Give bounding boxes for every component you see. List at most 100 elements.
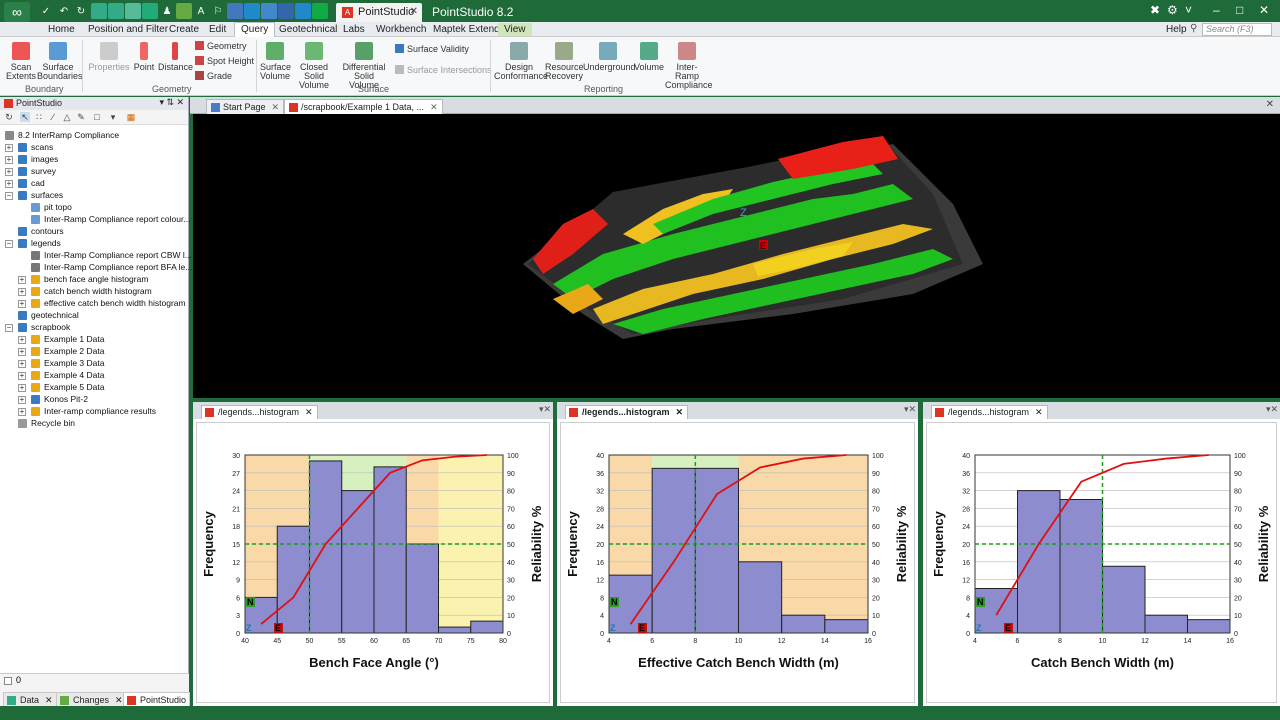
expand-toggle-icon[interactable]: + bbox=[5, 168, 13, 176]
close-icon[interactable]: ✕ bbox=[115, 695, 123, 705]
window-icon[interactable] bbox=[295, 3, 311, 19]
expand-toggle-icon[interactable]: + bbox=[18, 360, 26, 368]
close-button[interactable]: ✕ bbox=[1259, 3, 1269, 17]
panel-menu-icon[interactable]: ▾✕ bbox=[904, 404, 916, 415]
expand-toggle-icon[interactable]: + bbox=[18, 300, 26, 308]
tab-scrapbook[interactable]: /scrapbook/Example 1 Data, ... ✕ bbox=[284, 99, 443, 114]
geometry-button[interactable]: Geometry bbox=[195, 41, 247, 51]
expand-toggle-icon[interactable]: + bbox=[18, 408, 26, 416]
line-icon[interactable]: ∕ bbox=[48, 112, 58, 122]
refresh-icon[interactable]: ↻ bbox=[4, 112, 14, 122]
maximize-button[interactable]: □ bbox=[1236, 3, 1243, 17]
panel-tab[interactable]: /legends...histogram ✕ bbox=[201, 405, 318, 419]
volume-button[interactable]: Volume bbox=[633, 42, 665, 72]
link-icon[interactable] bbox=[227, 3, 243, 19]
surface-volume-button[interactable]: Surface Volume bbox=[260, 42, 291, 81]
expand-toggle-icon[interactable]: − bbox=[5, 240, 13, 248]
close-icon[interactable]: ✕ bbox=[305, 407, 313, 417]
panel-menu-icon[interactable]: ▾✕ bbox=[539, 404, 551, 415]
edit-icon[interactable]: ✎ bbox=[76, 112, 86, 122]
cursor-icon[interactable]: ↖ bbox=[20, 112, 30, 122]
expand-toggle-icon[interactable]: + bbox=[18, 348, 26, 356]
expand-toggle-icon[interactable]: + bbox=[18, 396, 26, 404]
tab-pointstudio[interactable]: PointStudio bbox=[123, 692, 191, 707]
scan-extents-button[interactable]: Scan Extents bbox=[5, 42, 37, 81]
help-link[interactable]: Help bbox=[1160, 23, 1193, 36]
tools-cross-icon[interactable]: ✖ bbox=[1150, 3, 1160, 17]
selection-box-icon[interactable]: □ bbox=[92, 112, 102, 122]
expand-toggle-icon[interactable]: + bbox=[18, 384, 26, 392]
resource-recovery-button[interactable]: Resource Recovery bbox=[545, 42, 584, 81]
close-icon[interactable]: ✕ bbox=[272, 102, 280, 112]
panel-tab[interactable]: /legends...histogram ✕ bbox=[931, 405, 1048, 419]
menu-create[interactable]: Create bbox=[163, 23, 205, 36]
minimize-button[interactable]: – bbox=[1213, 3, 1220, 17]
menu-query[interactable]: Query bbox=[234, 22, 276, 38]
globe-icon[interactable] bbox=[244, 3, 260, 19]
grid-icon[interactable] bbox=[125, 3, 141, 19]
close-icon[interactable]: ✕ bbox=[176, 97, 184, 108]
menu-home[interactable]: Home bbox=[42, 23, 81, 36]
menu-position-filter[interactable]: Position and Filter bbox=[82, 23, 174, 36]
dropdown-icon[interactable]: ▾ bbox=[159, 97, 164, 108]
expand-toggle-icon[interactable]: + bbox=[18, 336, 26, 344]
closed-solid-volume-button[interactable]: Closed Solid Volume bbox=[291, 42, 337, 90]
pin-icon[interactable]: ⇅ bbox=[166, 97, 174, 108]
differential-solid-volume-button[interactable]: Differential Solid Volume bbox=[339, 42, 389, 90]
inter-ramp-compliance-button[interactable]: Inter-Ramp Compliance bbox=[665, 42, 713, 90]
camera-icon[interactable] bbox=[278, 3, 294, 19]
tab-changes[interactable]: Changes ✕ bbox=[56, 692, 127, 707]
person-icon[interactable]: ♟ bbox=[159, 3, 175, 19]
surface-boundaries-button[interactable]: Surface Boundaries bbox=[37, 42, 83, 81]
grade-button[interactable]: Grade bbox=[195, 71, 232, 81]
spot-height-button[interactable]: Spot Height bbox=[195, 56, 254, 66]
design-conformance-button[interactable]: Design Conformance bbox=[494, 42, 548, 81]
gear-icon[interactable]: ⚙ bbox=[1167, 3, 1178, 17]
expand-toggle-icon[interactable]: − bbox=[5, 192, 13, 200]
surface-intersections-button[interactable]: Surface Intersections bbox=[395, 65, 492, 75]
export-icon[interactable] bbox=[312, 3, 328, 19]
sheet-icon[interactable] bbox=[91, 3, 107, 19]
expand-toggle-icon[interactable]: + bbox=[5, 180, 13, 188]
table-icon[interactable] bbox=[108, 3, 124, 19]
surface-validity-button[interactable]: Surface Validity bbox=[395, 44, 469, 54]
filter-icon[interactable]: ▦ bbox=[126, 112, 136, 122]
tab-start-page[interactable]: Start Page ✕ bbox=[206, 99, 285, 114]
menu-edit[interactable]: Edit bbox=[203, 23, 232, 36]
expand-toggle-icon[interactable]: + bbox=[18, 276, 26, 284]
point-button[interactable]: Point bbox=[131, 42, 157, 72]
expand-toggle-icon[interactable]: + bbox=[18, 372, 26, 380]
text-icon[interactable]: A bbox=[193, 3, 209, 19]
save-icon[interactable] bbox=[142, 3, 158, 19]
panel-menu-icon[interactable]: ▾✕ bbox=[1266, 404, 1278, 415]
properties-button[interactable]: Properties bbox=[88, 42, 130, 72]
menu-maptek-extend[interactable]: Maptek Extend bbox=[427, 23, 506, 36]
panel-tab[interactable]: /legends...histogram ✕ bbox=[565, 405, 689, 419]
undo-icon[interactable]: ↶ bbox=[56, 3, 72, 19]
menu-labs[interactable]: Labs bbox=[337, 23, 371, 36]
checkbox[interactable] bbox=[4, 677, 12, 685]
expand-toggle-icon[interactable]: − bbox=[5, 324, 13, 332]
points-icon[interactable]: ∷ bbox=[34, 112, 44, 122]
layers-icon[interactable] bbox=[261, 3, 277, 19]
menu-view[interactable]: View bbox=[498, 23, 532, 36]
close-icon[interactable]: ✕ bbox=[45, 695, 53, 705]
expand-toggle-icon[interactable]: + bbox=[5, 144, 13, 152]
close-icon[interactable]: ✕ bbox=[430, 102, 438, 112]
minimize-ribbon-icon[interactable]: ˅ bbox=[1185, 3, 1192, 17]
menu-workbench[interactable]: Workbench bbox=[370, 23, 432, 36]
close-icon[interactable]: ✕ bbox=[1266, 99, 1274, 110]
close-icon[interactable]: ✕ bbox=[1035, 407, 1043, 417]
chevron-down-icon[interactable]: ▾ bbox=[108, 112, 118, 122]
polygon-icon[interactable]: △ bbox=[62, 112, 72, 122]
tree-icon[interactable] bbox=[176, 3, 192, 19]
expand-toggle-icon[interactable]: + bbox=[5, 156, 13, 164]
document-tab[interactable]: A PointStudio ✕ bbox=[336, 3, 422, 22]
underground-button[interactable]: Underground bbox=[583, 42, 636, 72]
refresh-icon[interactable]: ↻ bbox=[73, 3, 89, 19]
expand-toggle-icon[interactable]: + bbox=[18, 288, 26, 296]
search-input[interactable]: Search (F3) bbox=[1202, 23, 1272, 36]
close-icon[interactable]: ✕ bbox=[410, 6, 418, 17]
3d-viewport[interactable]: Z E bbox=[193, 114, 1280, 398]
tab-data[interactable]: Data ✕ bbox=[3, 692, 57, 707]
